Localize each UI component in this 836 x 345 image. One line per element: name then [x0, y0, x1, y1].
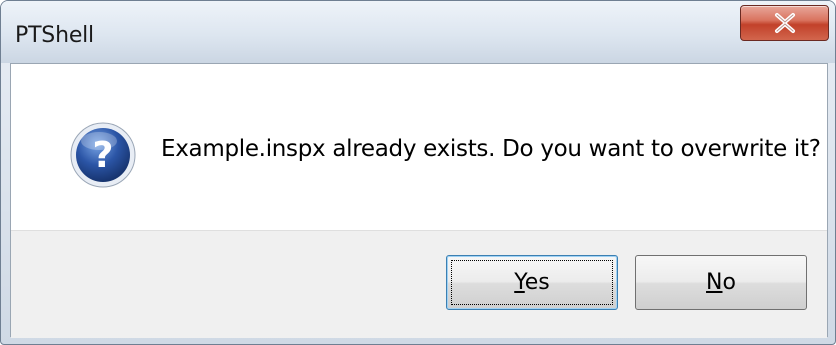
- focus-ring: [451, 260, 613, 305]
- window-title: PTShell: [15, 23, 94, 48]
- close-icon: [774, 13, 795, 33]
- message-area: ? Example.inspx already exists. Do you w…: [11, 64, 827, 230]
- no-button[interactable]: No: [635, 255, 807, 310]
- no-label-rest: o: [722, 270, 736, 295]
- svg-text:?: ?: [93, 135, 114, 176]
- no-accelerator: N: [706, 270, 723, 295]
- no-button-label: No: [706, 270, 736, 295]
- yes-button[interactable]: Yes: [446, 255, 618, 310]
- dialog-message: Example.inspx already exists. Do you wan…: [161, 136, 821, 162]
- dialog-window: PTShell ? Example.inspx already exists. …: [0, 0, 836, 345]
- close-button[interactable]: [740, 5, 829, 41]
- dialog-body: ? Example.inspx already exists. Do you w…: [10, 63, 828, 338]
- title-bar[interactable]: PTShell: [1, 1, 835, 63]
- button-bar: Yes No: [11, 230, 827, 338]
- question-icon: ?: [70, 122, 136, 188]
